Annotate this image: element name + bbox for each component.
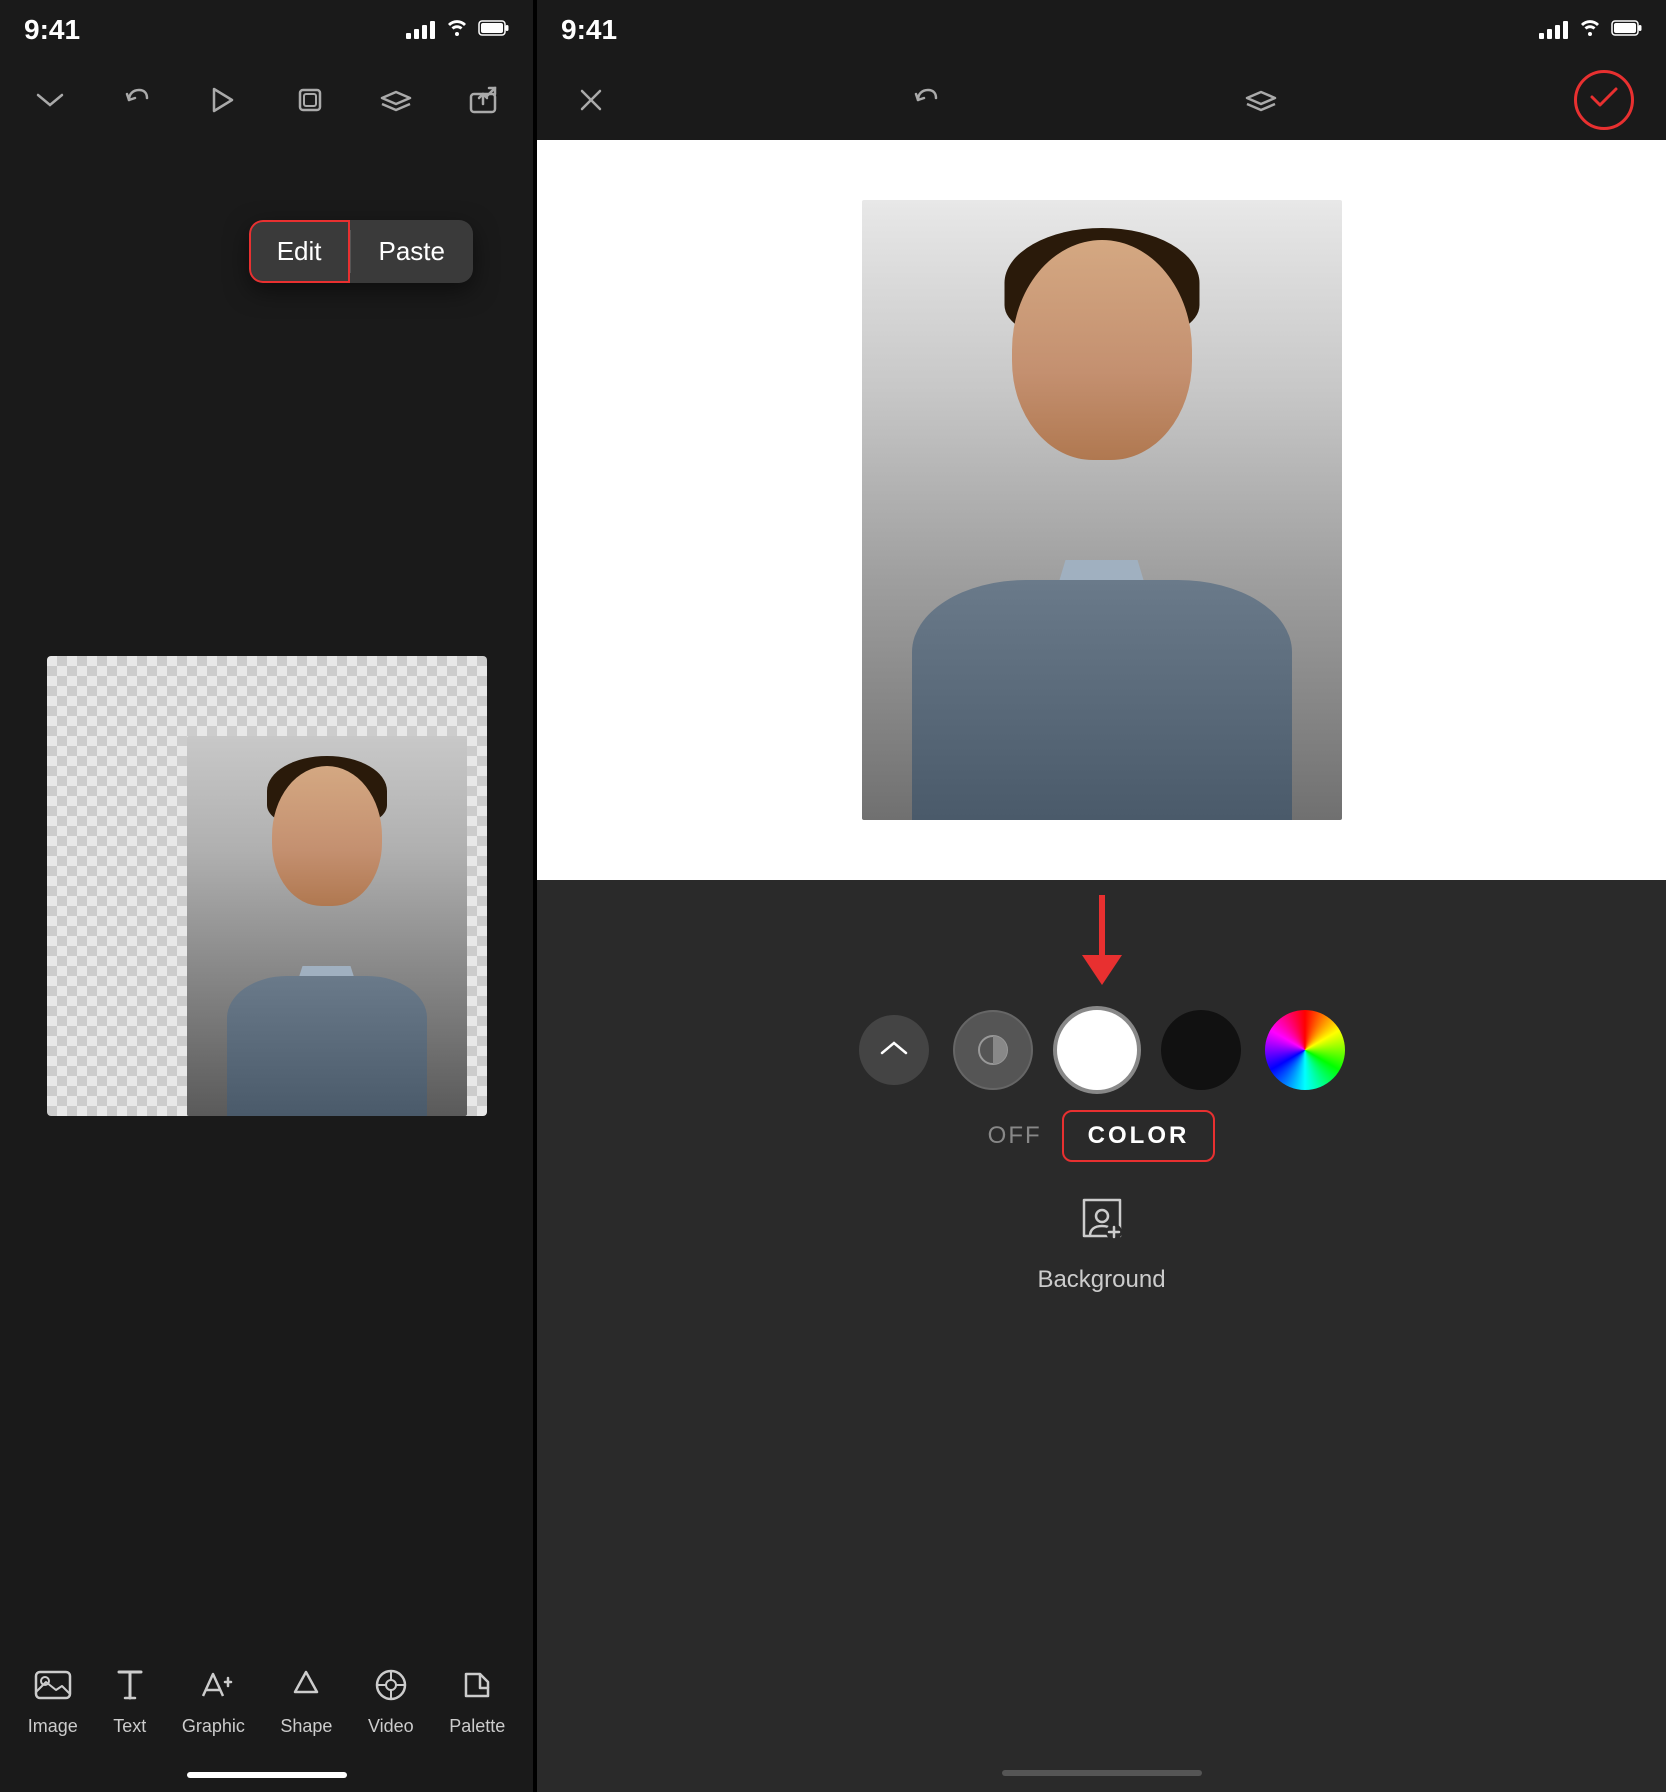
battery-icon [479,19,509,42]
red-arrow [1082,895,1122,985]
right-wifi-icon [1578,18,1602,42]
tool-palette[interactable]: Palette [433,1658,521,1747]
right-home-indicator [1002,1770,1202,1776]
rainbow-swatch[interactable] [1265,1010,1345,1090]
layers-single-icon[interactable] [288,78,332,122]
right-photo [862,200,1342,820]
home-indicator [187,1772,347,1778]
signal-icon [406,21,435,39]
chevron-up-icon [880,1036,908,1064]
context-menu: Edit Paste [249,220,473,283]
right-undo-icon[interactable] [904,78,948,122]
confirm-button[interactable] [1574,70,1634,130]
tool-graphic[interactable]: Graphic [166,1658,261,1747]
color-mode-button[interactable]: COLOR [1062,1110,1216,1162]
person-silhouette [187,736,467,1116]
check-icon [1590,84,1618,116]
photo-portrait [187,736,467,1116]
tool-image-label: Image [28,1716,78,1737]
right-body [912,580,1292,820]
right-status-icons [1539,18,1642,42]
image-tool-icon [34,1668,72,1708]
wifi-icon [445,18,469,42]
tool-shape-label: Shape [280,1716,332,1737]
left-bottom-toolbar: Image Text [0,1632,533,1792]
face-shape [272,766,382,906]
right-top-toolbar [537,60,1666,140]
share-icon[interactable] [461,78,505,122]
tool-shape[interactable]: Shape [264,1658,348,1747]
undo-icon[interactable] [115,78,159,122]
arrow-head [1082,955,1122,985]
right-face [1012,240,1192,460]
canvas-checkerboard [47,656,487,1116]
white-swatch[interactable] [1057,1010,1137,1090]
left-top-toolbar [0,60,533,140]
background-section: Background [1037,1192,1165,1294]
right-signal-icon [1539,21,1568,39]
tool-video[interactable]: Video [352,1658,430,1747]
right-bottom-bar [537,1732,1666,1792]
left-status-icons [406,18,509,42]
text-tool-icon [115,1668,145,1708]
paste-menu-item[interactable]: Paste [351,220,474,283]
tool-palette-label: Palette [449,1716,505,1737]
left-time: 9:41 [24,14,80,46]
tool-text-label: Text [113,1716,146,1737]
color-mode-row: OFF COLOR [988,1110,1216,1162]
tool-items: Image Text [0,1632,533,1772]
graphic-tool-icon [195,1668,231,1708]
left-panel: 9:41 [0,0,533,1792]
right-time: 9:41 [561,14,617,46]
background-icon[interactable] [1076,1192,1128,1256]
swatches-row [537,1000,1666,1100]
palette-tool-icon [460,1668,494,1708]
expand-button[interactable] [859,1015,929,1085]
right-canvas-area[interactable] [537,140,1666,880]
opacity-swatch[interactable] [953,1010,1033,1090]
close-icon[interactable] [569,78,613,122]
canvas-container[interactable] [47,656,487,1116]
tool-graphic-label: Graphic [182,1716,245,1737]
video-tool-icon [372,1668,410,1708]
off-label[interactable]: OFF [988,1122,1042,1150]
arrow-line [1099,895,1105,955]
shape-tool-icon [289,1668,323,1708]
right-status-bar: 9:41 [537,0,1666,60]
body-shape [227,976,427,1116]
right-battery-icon [1612,19,1642,42]
right-panel: 9:41 [537,0,1666,1792]
black-swatch[interactable] [1161,1010,1241,1090]
play-icon[interactable] [201,78,245,122]
background-label: Background [1037,1266,1165,1294]
chevron-down-icon[interactable] [28,78,72,122]
left-canvas-area: Edit Paste [0,140,533,1632]
tool-image[interactable]: Image [12,1658,94,1747]
tool-text[interactable]: Text [97,1658,162,1747]
edit-menu-item[interactable]: Edit [249,220,350,283]
right-layers-icon[interactable] [1239,78,1283,122]
layers-icon[interactable] [374,78,418,122]
arrow-section [537,880,1666,1000]
tool-video-label: Video [368,1716,414,1737]
left-status-bar: 9:41 [0,0,533,60]
color-panel: OFF COLOR Background [537,880,1666,1792]
